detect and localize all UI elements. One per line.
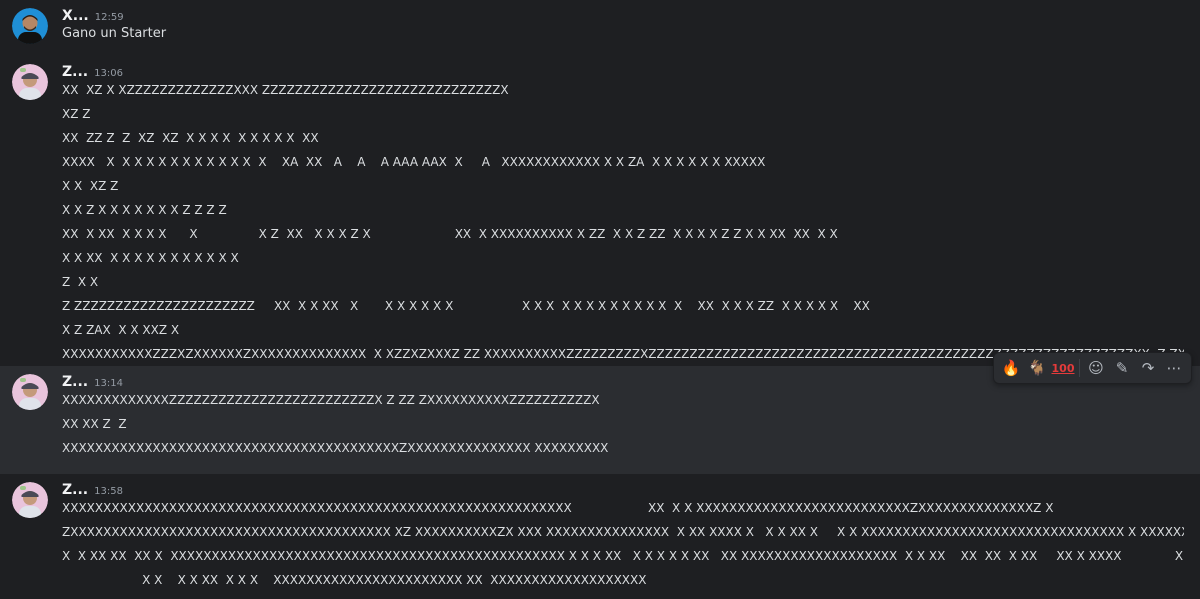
avatar[interactable] <box>12 64 48 100</box>
message-text: X X Z X X X X X X X Z Z Z Z <box>62 203 227 217</box>
fire-reaction-button[interactable]: 🔥 <box>998 355 1024 381</box>
message-action-toolbar: 🔥 🐐 100 ☺ ✎ ↷ ⋯ <box>993 352 1192 384</box>
forward-icon[interactable]: ↷ <box>1135 355 1161 381</box>
message-text: ZXXXXXXXXXXXXXXXXXXXXXXXXXXXXXXXXXXXXXXX… <box>62 525 1184 539</box>
avatar[interactable] <box>12 374 48 410</box>
message-text: XX XZ X XZZZZZZZZZZZZZXXX ZZZZZZZZZZZZZZ… <box>62 83 509 97</box>
avatar[interactable] <box>12 8 48 44</box>
message-text: X X XX X X X X X X X X X X X <box>62 251 239 265</box>
more-options-icon[interactable]: ⋯ <box>1161 355 1187 381</box>
message-text: XXXX X X X X X X X X X X X X X XA XX A A… <box>62 155 766 169</box>
message-text: X Z ZAX X X XXZ X <box>62 323 180 337</box>
message-text: XXXXXXXXXXXXXZZZZZZZZZZZZZZZZZZZZZZZZZX … <box>62 393 600 407</box>
message-text: XXXXXXXXXXXXXXXXXXXXXXXXXXXXXXXXXXXXXXXX… <box>62 501 1054 515</box>
toolbar-divider <box>1079 359 1080 377</box>
message-text: X X XX XX XX X XXXXXXXXXXXXXXXXXXXXXXXXX… <box>62 549 1184 563</box>
edit-icon[interactable]: ✎ <box>1109 355 1135 381</box>
message-text: X X XZ Z <box>62 179 119 193</box>
message-text: XX XX Z Z <box>62 417 127 431</box>
message-text: Gano un Starter <box>62 26 167 41</box>
message[interactable]: 🔥 🐐 100 ☺ ✎ ↷ ⋯ Z... 13:14 XXXXXXXXXXXXXZ… <box>0 352 1200 474</box>
message-text: XXXXXXXXXXXXXXXXXXXXXXXXXXXXXXXXXXXXXXXX… <box>62 441 609 455</box>
goat-reaction-button[interactable]: 🐐 <box>1024 355 1050 381</box>
message[interactable]: Z... 13:58 XXXXXXXXXXXXXXXXXXXXXXXXXXXXXX… <box>0 474 1200 599</box>
message-text: X X X X XX X X X XXXXXXXXXXXXXXXXXXXXXXX… <box>62 573 647 587</box>
message-text: XZ Z <box>62 107 91 121</box>
avatar[interactable] <box>12 482 48 518</box>
message-text: Z ZZZZZZZZZZZZZZZZZZZZZZ XX X X XX X X X… <box>62 299 870 313</box>
hundred-points-reaction-button[interactable]: 100 <box>1050 355 1076 381</box>
message-text: XX ZZ Z Z XZ XZ X X X X X X X X X XX <box>62 131 319 145</box>
chat-messages: X... 12:59 Gano un Starter Z... 13:06 XX X… <box>0 0 1200 599</box>
message[interactable]: X... 12:59 Gano un Starter <box>0 0 1200 56</box>
add-reaction-icon[interactable]: ☺ <box>1083 355 1109 381</box>
message-text: Z X X <box>62 275 99 289</box>
message-text: XX X XX X X X X X X Z XX X X X Z X XX X … <box>62 227 838 241</box>
message[interactable]: Z... 13:06 XX XZ X XZZZZZZZZZZZZZXXX ZZZZ… <box>0 56 1200 366</box>
